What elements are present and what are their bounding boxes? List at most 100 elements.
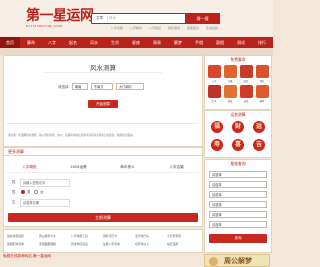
query-select[interactable]: 请选择 — [209, 191, 267, 198]
search-button[interactable]: 搜一搜 — [185, 13, 220, 24]
select-label: 请选择 — [58, 85, 69, 89]
fortune-tools-title: 运势测算 — [230, 112, 246, 117]
logo-subtext: DIYIXINGYUN.COM — [26, 24, 63, 28]
query-select[interactable]: 请选择 — [209, 221, 267, 228]
tool-tile-label: 测名 — [259, 80, 265, 83]
quick-link[interactable]: 塔罗牌占卜 — [135, 242, 149, 246]
name-input[interactable]: 请输入您的名字 — [20, 179, 70, 187]
nav-item-home[interactable]: 首页 — [0, 37, 20, 48]
desc-divider — [7, 123, 199, 124]
nav-item-qiming[interactable]: 起名 — [63, 37, 83, 48]
tool-tile-icon[interactable] — [224, 65, 237, 78]
quick-link[interactable]: 五行缺什么 — [135, 234, 149, 238]
fengshui-card: 风水测算 请选择 朝南 东南方 大门朝向 开始测算 通过第一星运网风水测算，输入… — [3, 55, 203, 147]
main-nav: 首页 算命 八字 起名 风水 生肖 星座 周易 解梦 手相 面相 测试 排行 — [0, 37, 273, 48]
fortune-circle[interactable]: 福 — [211, 121, 223, 133]
sub-nav-bar — [0, 48, 273, 55]
quick-link[interactable]: 最新星座运势 — [7, 234, 24, 238]
nav-item-shouxiang[interactable]: 手相 — [189, 37, 209, 48]
tool-tile-label: 八字 — [211, 80, 217, 83]
tab-2024[interactable]: 2024运势 — [55, 163, 102, 172]
quick-link[interactable]: 测名字打分 — [103, 234, 117, 238]
gender-female-radio[interactable] — [34, 190, 38, 194]
tool-tile-icon[interactable] — [256, 85, 269, 98]
query-button[interactable]: 查询 — [209, 234, 267, 243]
tool-tile-label: 星座 — [227, 100, 233, 103]
nav-item-xingzuo[interactable]: 星座 — [126, 37, 146, 48]
hot-word-1[interactable]: 八字精批 — [130, 26, 142, 31]
more-heading: 更多测算 — [4, 148, 202, 156]
query-select[interactable]: 请选择 — [209, 201, 267, 208]
search-box: 文章 风水 搜一搜 — [91, 13, 220, 24]
fortune-circle[interactable]: 寿 — [211, 139, 223, 151]
tool-tile-icon[interactable] — [240, 65, 253, 78]
dream-banner[interactable]: 周公解梦 — [204, 254, 270, 267]
quick-link[interactable]: 每日运势 — [167, 242, 178, 246]
birth-date-input[interactable]: 请选择日期 — [20, 199, 70, 207]
fortune-circle[interactable]: 财 — [232, 121, 244, 133]
tool-tile-icon[interactable] — [240, 85, 253, 98]
quick-link[interactable]: 属相配对查询 — [7, 242, 24, 246]
nav-item-bazi[interactable]: 八字 — [42, 37, 62, 48]
nav-item-mianxiang[interactable]: 面相 — [210, 37, 230, 48]
quick-link[interactable]: 手相面相图解 — [39, 242, 56, 246]
tab-hehun[interactable]: 八字合婚 — [153, 163, 200, 172]
page-title: 风水测算 — [90, 64, 116, 72]
fortune-circle[interactable]: 吉 — [253, 139, 265, 151]
fortune-circle[interactable]: 运 — [253, 121, 265, 133]
orientation-select[interactable]: 朝南 — [72, 83, 88, 90]
tool-tile-icon[interactable] — [256, 65, 269, 78]
hot-word-5[interactable]: 生肖运势 — [206, 26, 218, 31]
name-label: 姓 — [12, 180, 16, 184]
tool-tile-label: 生肖 — [211, 100, 217, 103]
nav-item-ceshi[interactable]: 测试 — [231, 37, 251, 48]
quick-link[interactable]: 风水布局禁忌 — [71, 242, 88, 246]
gender-label: 性 — [12, 190, 16, 194]
tool-tile-icon[interactable] — [208, 85, 221, 98]
type-select[interactable]: 大门朝向 — [116, 83, 144, 90]
banner-seal-icon — [209, 257, 218, 266]
tool-tile-label: 运势 — [243, 100, 249, 103]
quick-link[interactable]: 今日老黄历 — [167, 234, 181, 238]
tool-tile-icon[interactable] — [224, 85, 237, 98]
more-tests-card: 更多测算 八字精批 2024运势 命中贵人 八字合婚 姓 请输入您的名字 性 男… — [3, 147, 203, 227]
tab-guiren[interactable]: 命中贵人 — [104, 163, 151, 172]
nav-item-suanming[interactable]: 算命 — [21, 37, 41, 48]
birth-label: 生 — [12, 200, 16, 204]
nav-item-fengshui[interactable]: 风水 — [84, 37, 104, 48]
tool-tile-label: 合婚 — [227, 80, 233, 83]
hot-word-3[interactable]: 姓名测试 — [168, 26, 180, 31]
hot-word-0[interactable]: 八字合婚 — [111, 26, 123, 31]
search-category-select[interactable]: 文章 — [92, 14, 107, 23]
search-input[interactable]: 风水 — [109, 14, 169, 23]
hot-word-4[interactable]: 星座配对 — [187, 26, 199, 31]
tab-divider — [6, 172, 200, 173]
banner-text: 周公解梦 — [224, 256, 252, 265]
nav-item-shengxiao[interactable]: 生肖 — [105, 37, 125, 48]
quick-link[interactable]: 生辰八字查询 — [103, 242, 120, 246]
hot-word-2[interactable]: 八字起名 — [149, 26, 161, 31]
nav-item-zhouyi[interactable]: 周易 — [147, 37, 167, 48]
nav-item-jiemeng[interactable]: 解梦 — [168, 37, 188, 48]
title-divider — [44, 72, 162, 73]
free-tools-card: 免费算命 八字 合婚 起名 测名 生肖 星座 运势 解梦 — [204, 55, 272, 110]
site-logo[interactable]: 第一星运网 DIYIXINGYUN.COM — [26, 8, 94, 30]
fortune-circle[interactable]: 喜 — [232, 139, 244, 151]
direction-select[interactable]: 东南方 — [91, 83, 113, 90]
nav-item-paihang[interactable]: 排行 — [252, 37, 272, 48]
logo-text: 第一星运网 — [26, 8, 94, 24]
gender-male-label: 男 — [27, 190, 31, 194]
tool-tile-label: 起名 — [243, 80, 249, 83]
quick-link[interactable]: 周公解梦大全 — [39, 234, 56, 238]
gender-female-label: 女 — [40, 190, 44, 194]
gender-male-radio[interactable] — [21, 190, 25, 194]
query-select[interactable]: 请选择 — [209, 171, 267, 178]
start-button[interactable]: 开始测算 — [88, 100, 118, 108]
tool-tile-icon[interactable] — [208, 65, 221, 78]
tool-tile-label: 解梦 — [259, 100, 265, 103]
query-select[interactable]: 请选择 — [209, 211, 267, 218]
fortune-tools-card: 运势测算 福 财 运 寿 喜 吉 — [204, 110, 272, 158]
more-submit-button[interactable]: 立即测算 — [8, 213, 198, 222]
quick-link[interactable]: 八字排盘工具 — [71, 234, 88, 238]
query-select[interactable]: 请选择 — [209, 181, 267, 188]
